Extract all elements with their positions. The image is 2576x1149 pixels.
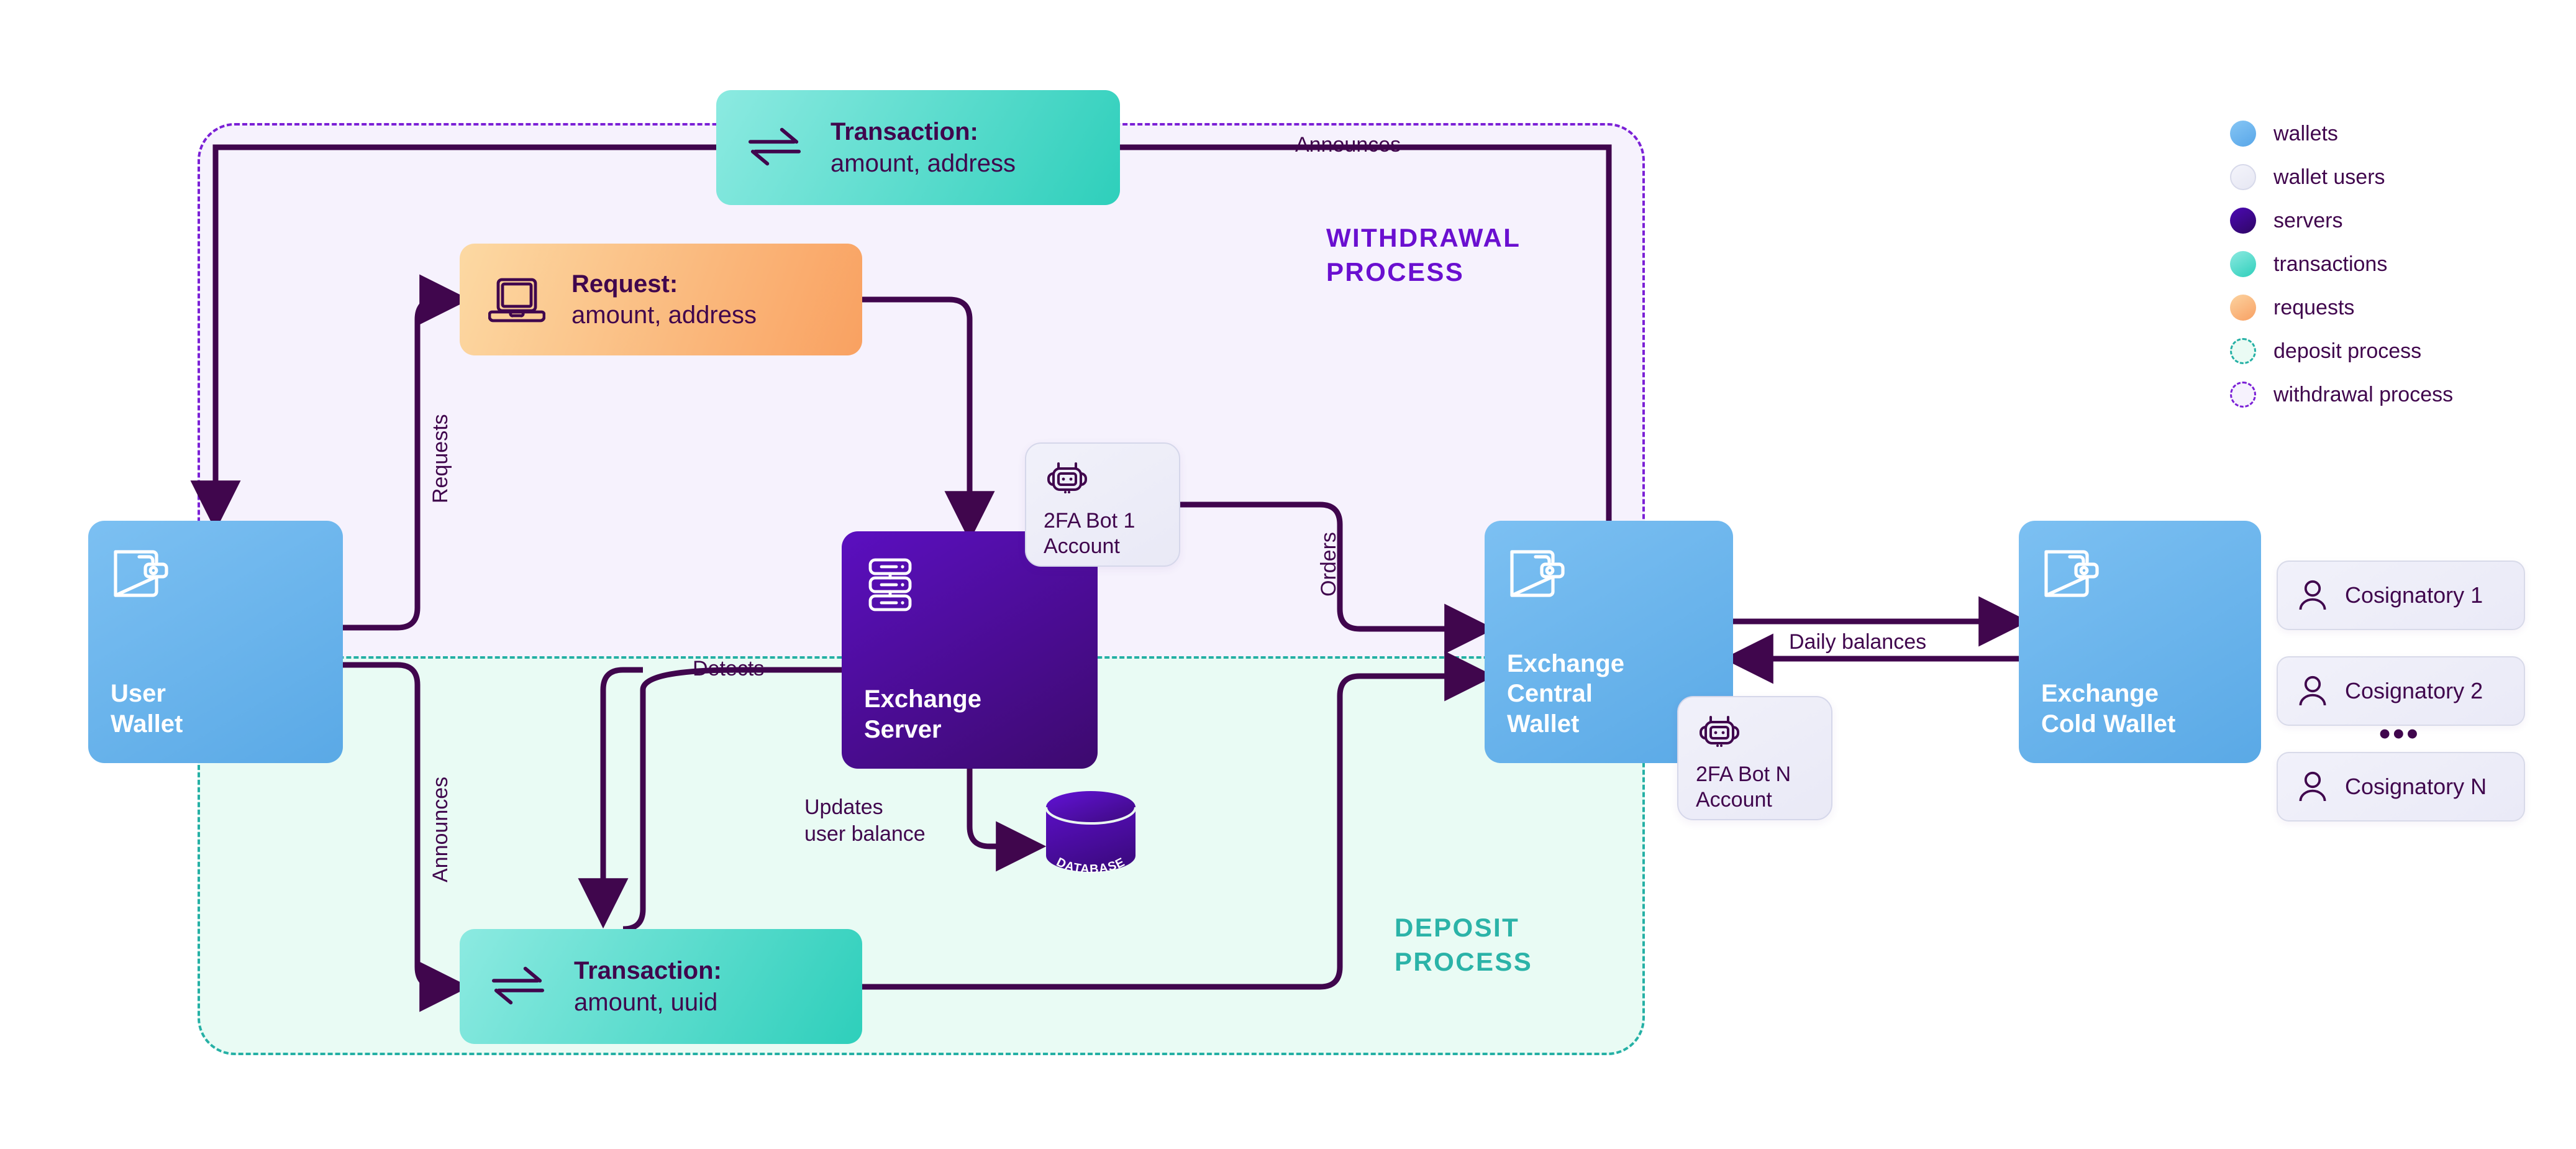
wallet-icon [111, 544, 321, 602]
legend-swatch-servers [2230, 208, 2256, 234]
edge-label-detects: Detects [693, 657, 765, 680]
exchange-cold-wallet-node[interactable]: Exchange Cold Wallet [2019, 521, 2261, 763]
robot-icon [1044, 460, 1162, 498]
legend-item-deposit-process: deposit process [2230, 329, 2553, 373]
cosignatory-1-card[interactable]: Cosignatory 1 [2277, 561, 2525, 630]
person-icon [2296, 578, 2329, 613]
legend: wallets wallet users servers transaction… [2230, 112, 2553, 416]
person-icon [2296, 769, 2329, 804]
twofa-bot-n-card[interactable]: 2FA Bot N Account [1677, 696, 1832, 820]
request-subtitle: amount, address [571, 301, 757, 329]
edge-label-daily-balances: Daily balances [1789, 630, 1927, 654]
cosignatory-1-label: Cosignatory 1 [2345, 582, 2483, 608]
legend-item-withdrawal-process: withdrawal process [2230, 373, 2553, 416]
edge-label-requests: Requests [429, 414, 452, 503]
edge-label-updates-user-balance: Updates user balance [804, 795, 926, 846]
legend-item-transactions: transactions [2230, 242, 2553, 286]
edge-label-announces-left: Announces [429, 776, 452, 882]
legend-swatch-transactions [2230, 251, 2256, 277]
transaction-withdraw-card[interactable]: Transaction: amount, address [716, 90, 1120, 205]
transaction-deposit-subtitle: amount, uuid [574, 988, 718, 1016]
user-wallet-label: User Wallet [111, 680, 183, 738]
wallet-icon [1507, 544, 1711, 602]
legend-item-wallet-users: wallet users [2230, 155, 2553, 199]
transaction-withdraw-text: Transaction: amount, address [831, 116, 1016, 179]
legend-label-transactions: transactions [2273, 252, 2388, 276]
transaction-withdraw-title: Transaction: [831, 118, 978, 146]
request-text: Request: amount, address [571, 268, 757, 331]
transaction-deposit-card[interactable]: Transaction: amount, uuid [460, 929, 862, 1044]
diagram-canvas: WITHDRAWAL PROCESS DEPOSIT PROCESS Annou… [0, 0, 2576, 1149]
edge-label-orders: Orders [1317, 532, 1340, 597]
cosignatory-2-label: Cosignatory 2 [2345, 678, 2483, 703]
person-icon [2296, 674, 2329, 708]
legend-swatch-withdrawal-process [2230, 382, 2256, 408]
exchange-arrows-icon [488, 960, 548, 1014]
legend-swatch-wallets [2230, 121, 2256, 147]
database-node[interactable]: DATABASE [1037, 786, 1144, 879]
twofa-bot-n-label: 2FA Bot N Account [1696, 762, 1791, 812]
legend-swatch-requests [2230, 295, 2256, 321]
request-card[interactable]: Request: amount, address [460, 244, 862, 355]
edge-label-announces-top: Announces [1295, 133, 1401, 157]
withdrawal-process-title: WITHDRAWAL PROCESS [1326, 223, 1521, 287]
legend-swatch-deposit-process [2230, 338, 2256, 364]
transaction-withdraw-subtitle: amount, address [831, 149, 1016, 177]
cosignatory-n-card[interactable]: Cosignatory N [2277, 752, 2525, 822]
request-title: Request: [571, 270, 678, 298]
legend-item-wallets: wallets [2230, 112, 2553, 155]
transaction-deposit-text: Transaction: amount, uuid [574, 955, 722, 1018]
twofa-bot-1-card[interactable]: 2FA Bot 1 Account [1025, 442, 1180, 567]
legend-label-wallets: wallets [2273, 121, 2338, 145]
twofa-bot-1-label: 2FA Bot 1 Account [1044, 509, 1136, 559]
legend-label-withdrawal-process: withdrawal process [2273, 382, 2454, 406]
legend-swatch-wallet-users [2230, 164, 2256, 190]
laptop-icon [488, 273, 545, 326]
wallet-icon [2041, 544, 2239, 602]
user-wallet-node[interactable]: User Wallet [88, 521, 343, 763]
transaction-deposit-title: Transaction: [574, 957, 722, 985]
cosignatory-ellipsis: ••• [2379, 716, 2421, 752]
exchange-server-label: Exchange Server [864, 685, 981, 744]
exchange-cold-wallet-label: Exchange Cold Wallet [2041, 680, 2176, 738]
legend-item-requests: requests [2230, 286, 2553, 329]
robot-icon [1696, 713, 1814, 752]
legend-item-servers: servers [2230, 199, 2553, 242]
deposit-process-title: DEPOSIT PROCESS [1395, 913, 1533, 977]
legend-label-servers: servers [2273, 208, 2343, 232]
exchange-server-node[interactable]: Exchange Server [842, 531, 1098, 769]
legend-label-requests: requests [2273, 295, 2355, 319]
legend-label-deposit-process: deposit process [2273, 339, 2422, 363]
legend-label-wallet-users: wallet users [2273, 165, 2385, 189]
exchange-arrows-icon [745, 121, 804, 175]
cosignatory-n-label: Cosignatory N [2345, 774, 2487, 799]
